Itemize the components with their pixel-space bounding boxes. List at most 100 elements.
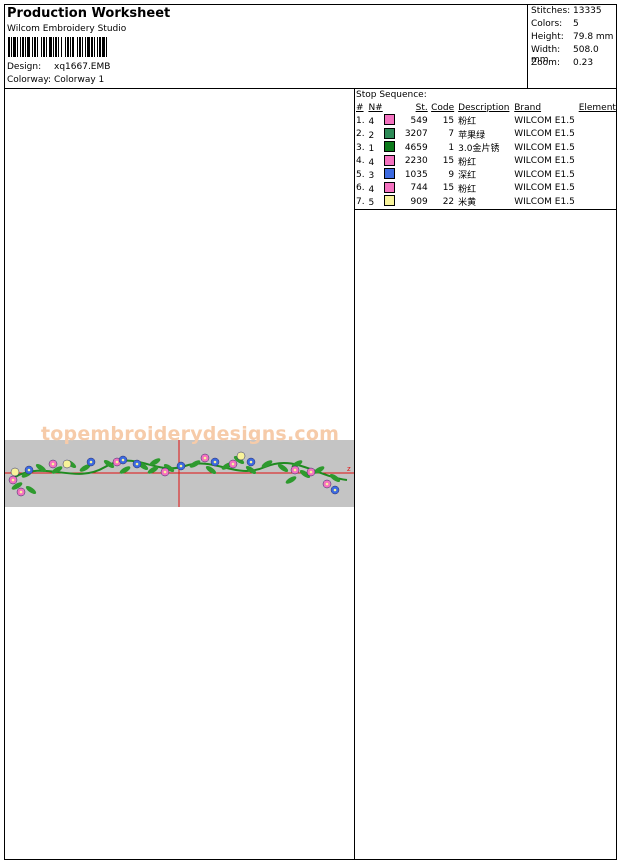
col-header-code: Code	[431, 102, 455, 113]
worksheet-header: Production Worksheet Wilcom Embroidery S…	[5, 5, 616, 89]
stop-brand: WILCOM E1.5	[514, 196, 575, 207]
stop-description: 粉红	[458, 184, 477, 195]
stop-row: 2. 2 3207 7 苹果绿 WILCOM E1.5	[355, 127, 616, 142]
stop-description: 3.0金片锈	[458, 144, 500, 155]
design-preview-pane: topembroiderydesigns.com z	[5, 89, 355, 860]
colorway-row: Colorway: Colorway 1	[7, 75, 104, 85]
stop-code: 15	[442, 183, 455, 194]
stop-row: 4. 4 2230 15 粉红 WILCOM E1.5	[355, 154, 616, 169]
stop-sequence-table: # N# St. Code Description Brand Element …	[355, 101, 616, 209]
thread-color-swatch	[384, 181, 396, 193]
stop-number: 6.	[356, 183, 365, 194]
stop-code: 15	[442, 156, 455, 167]
stop-sequence-title: Stop Sequence:	[356, 90, 427, 100]
stop-stitches: 909	[410, 196, 428, 207]
stop-brand: WILCOM E1.5	[514, 156, 575, 167]
stat-label: Colors:	[531, 19, 563, 29]
stat-label: Zoom:	[531, 58, 560, 68]
stop-number: 7.	[356, 196, 365, 207]
stop-needle-cell: 2	[368, 127, 397, 142]
stop-element	[579, 155, 616, 169]
stop-row: 6. 4 744 15 粉红 WILCOM E1.5	[355, 181, 616, 196]
stop-element	[579, 128, 616, 142]
design-row: Design: xq1667.EMB	[7, 62, 110, 72]
thread-color-swatch	[384, 127, 396, 139]
col-header-needle: N#	[368, 102, 383, 113]
barcode	[8, 37, 107, 57]
col-header-description: Description	[458, 102, 510, 113]
stop-number: 2.	[356, 129, 365, 140]
stop-element	[579, 114, 616, 128]
stop-number: 5.	[356, 169, 365, 180]
stat-value: 79.8 mm	[573, 32, 614, 42]
col-header-element: Element	[578, 102, 616, 113]
stop-stitches: 3207	[404, 129, 428, 140]
stop-stitches: 549	[410, 115, 428, 126]
col-header-stitches: St.	[415, 102, 428, 113]
stat-row: Height: 79.8 mm	[531, 32, 613, 42]
stop-brand: WILCOM E1.5	[514, 129, 575, 140]
production-worksheet: Production Worksheet Wilcom Embroidery S…	[4, 4, 617, 860]
stat-label: Stitches:	[531, 6, 571, 16]
stop-number: 3.	[356, 142, 365, 153]
stat-value: 5	[573, 19, 579, 29]
colorway-value: Colorway 1	[54, 75, 105, 85]
stop-brand: WILCOM E1.5	[514, 142, 575, 153]
stop-stitches: 744	[410, 183, 428, 194]
stop-brand: WILCOM E1.5	[514, 169, 575, 180]
design-filename: xq1667.EMB	[54, 62, 111, 72]
col-header-num: #	[356, 102, 364, 113]
stop-code: 7	[448, 129, 455, 140]
stop-needle: 4	[368, 184, 375, 195]
stop-sequence-pane: Stop Sequence: # N# St. Code Description…	[355, 89, 616, 860]
stop-element	[579, 141, 616, 155]
stop-brand: WILCOM E1.5	[514, 115, 575, 126]
thread-color-swatch	[384, 154, 396, 166]
stop-element	[579, 182, 616, 196]
thread-color-swatch	[384, 141, 396, 153]
stop-sequence-header-row: # N# St. Code Description Brand Element	[355, 101, 616, 114]
stop-element	[579, 195, 616, 209]
software-name: Wilcom Embroidery Studio	[7, 24, 127, 34]
stat-label: Width:	[531, 45, 561, 55]
stop-code: 15	[442, 115, 455, 126]
stop-description: 苹果绿	[458, 130, 486, 141]
stop-needle: 4	[368, 117, 375, 128]
stat-row: Colors: 5	[531, 19, 579, 29]
stat-row: Zoom: 0.23	[531, 58, 593, 68]
stop-row: 1. 4 549 15 粉红 WILCOM E1.5	[355, 114, 616, 128]
stop-needle-cell: 5	[368, 195, 397, 209]
stat-value: 13335	[573, 6, 602, 16]
stop-needle: 5	[368, 198, 375, 209]
stop-needle-cell: 4	[368, 114, 397, 128]
stop-description: 粉红	[458, 157, 477, 168]
stop-code: 9	[448, 169, 455, 180]
stop-needle-cell: 4	[368, 154, 397, 169]
stop-needle-cell: 1	[368, 141, 397, 155]
stop-needle: 4	[368, 157, 375, 168]
design-stats: Stitches: 13335 Colors: 5 Height: 79.8 mm Widt…	[527, 5, 617, 88]
stop-stitches: 1035	[404, 169, 428, 180]
stat-value: 0.23	[573, 58, 594, 68]
stop-number: 4.	[356, 156, 365, 167]
stop-description: 深红	[458, 171, 477, 182]
colorway-label: Colorway:	[7, 75, 52, 85]
stop-stitches: 2230	[404, 156, 428, 167]
stop-row: 3. 1 4659 1 3.0金片锈 WILCOM E1.5	[355, 141, 616, 155]
stop-row: 7. 5 909 22 米黄 WILCOM E1.5	[355, 195, 616, 209]
svg-text:z: z	[347, 465, 351, 473]
stop-needle: 1	[368, 144, 375, 155]
stat-label: Height:	[531, 32, 564, 42]
design-label: Design:	[7, 62, 42, 72]
stop-row: 5. 3 1035 9 深红 WILCOM E1.5	[355, 168, 616, 182]
thread-color-swatch	[384, 168, 396, 180]
worksheet-title: Production Worksheet	[7, 6, 171, 21]
stop-number: 1.	[356, 115, 365, 126]
stop-code: 1	[448, 142, 455, 153]
stat-row: Stitches: 13335	[531, 6, 602, 16]
stop-needle: 3	[368, 171, 375, 182]
stop-element	[579, 168, 616, 182]
embroidery-design-preview: z	[5, 440, 354, 507]
thread-color-swatch	[384, 195, 396, 207]
col-header-brand: Brand	[514, 102, 542, 113]
